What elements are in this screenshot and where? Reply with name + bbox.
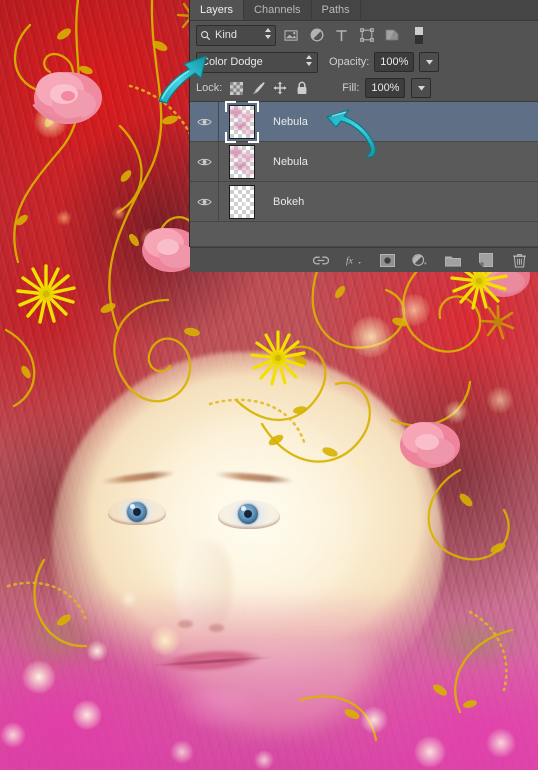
filter-adjustment-icon[interactable] xyxy=(307,26,326,45)
opacity-dropdown-arrow[interactable] xyxy=(419,52,440,72)
layer-thumbnail-cell[interactable] xyxy=(219,100,265,144)
lock-all-padlock-icon[interactable] xyxy=(294,80,310,96)
tab-channels-label: Channels xyxy=(254,4,301,16)
filter-kind-dropdown[interactable]: Kind xyxy=(196,24,276,46)
opacity-input[interactable]: 100% xyxy=(374,52,415,72)
layer-thumbnail-cell[interactable] xyxy=(219,184,265,219)
layer-row-bokeh[interactable]: Bokeh xyxy=(190,182,538,222)
blend-mode-dropdown[interactable]: Color Dodge xyxy=(196,51,318,73)
layer-thumbnail xyxy=(229,104,255,139)
opacity-value: 100% xyxy=(380,56,409,68)
layer-thumbnail xyxy=(229,184,255,219)
layer-row-nebula-2[interactable]: Nebula xyxy=(190,142,538,182)
filter-type-icon[interactable] xyxy=(332,26,351,45)
layers-bottom-toolbar: fx xyxy=(190,247,538,272)
layer-filter-bar: Kind xyxy=(190,21,538,49)
new-adjustment-layer-icon[interactable] xyxy=(412,252,428,268)
tab-paths-label: Paths xyxy=(321,4,350,16)
filter-kind-label: Kind xyxy=(215,29,238,41)
up-down-arrows-icon xyxy=(264,27,272,43)
lock-fill-bar: Lock: Fill: 100% xyxy=(190,75,538,101)
filter-shape-icon[interactable] xyxy=(357,26,376,45)
opacity-label: Opacity: xyxy=(329,56,370,68)
add-layer-mask-icon[interactable] xyxy=(379,252,395,268)
tab-layers-label: Layers xyxy=(200,4,234,16)
artwork-eye-left xyxy=(108,498,166,525)
artwork-rose-right xyxy=(400,422,460,468)
blend-opacity-bar: Color Dodge Opacity: 100% xyxy=(190,49,538,75)
layer-visibility-toggle[interactable] xyxy=(190,182,219,221)
layers-panel: Layers Channels Paths Kind Color Dodge O… xyxy=(190,0,538,272)
up-down-arrows-icon xyxy=(305,54,313,70)
filter-pixel-icon[interactable] xyxy=(282,26,301,45)
fill-dropdown-arrow[interactable] xyxy=(411,78,432,98)
artwork-dandelion-left xyxy=(16,264,76,324)
panel-tab-bar: Layers Channels Paths xyxy=(190,0,538,21)
tab-paths[interactable]: Paths xyxy=(312,0,361,20)
svg-text:fx: fx xyxy=(346,256,354,267)
artwork-pink-wash xyxy=(0,590,538,770)
layer-name[interactable]: Nebula xyxy=(265,156,308,168)
tab-channels[interactable]: Channels xyxy=(244,0,312,20)
tab-layers[interactable]: Layers xyxy=(190,0,245,20)
layer-visibility-toggle[interactable] xyxy=(190,142,219,181)
filter-toggle-switch-icon[interactable] xyxy=(409,26,428,45)
layer-style-fx-icon[interactable]: fx xyxy=(346,252,362,268)
lock-transparent-pixels-icon[interactable] xyxy=(228,80,244,96)
chevron-down-icon xyxy=(425,59,433,65)
eye-icon xyxy=(196,158,212,165)
lock-position-move-icon[interactable] xyxy=(272,80,288,96)
layer-name[interactable]: Bokeh xyxy=(265,196,304,208)
new-group-folder-icon[interactable] xyxy=(445,252,461,268)
fill-input[interactable]: 100% xyxy=(365,78,406,98)
artwork-eye-right xyxy=(218,500,280,529)
lock-label: Lock: xyxy=(196,82,223,94)
filter-smartobject-icon[interactable] xyxy=(382,26,401,45)
link-layers-icon[interactable] xyxy=(313,252,329,268)
artwork-rose-top-left xyxy=(32,72,102,124)
layer-thumbnail xyxy=(229,144,255,179)
eye-icon xyxy=(196,198,212,205)
artwork-dandelion-center xyxy=(250,330,306,386)
blend-mode-value: Color Dodge xyxy=(201,56,263,68)
fill-value: 100% xyxy=(371,82,400,94)
layer-list-empty-space xyxy=(190,222,538,247)
layer-name[interactable]: Nebula xyxy=(265,116,308,128)
magnifier-icon xyxy=(201,30,211,40)
lock-image-pixels-brush-icon[interactable] xyxy=(250,80,266,96)
eye-icon xyxy=(196,118,212,125)
delete-layer-trash-icon[interactable] xyxy=(511,252,527,268)
selected-layer-nebula[interactable]: Nebula xyxy=(190,100,538,144)
artwork-small-daisy-right xyxy=(480,304,515,340)
layer-list: Nebula Nebula Bokeh xyxy=(190,100,538,247)
fill-label: Fill: xyxy=(342,82,360,94)
new-layer-icon[interactable] xyxy=(478,252,494,268)
layer-visibility-toggle[interactable] xyxy=(190,102,219,141)
screenshot-root: Layers Channels Paths Kind Color Dodge O… xyxy=(0,0,538,770)
chevron-down-icon xyxy=(417,85,425,91)
layer-thumbnail-cell[interactable] xyxy=(219,144,265,179)
